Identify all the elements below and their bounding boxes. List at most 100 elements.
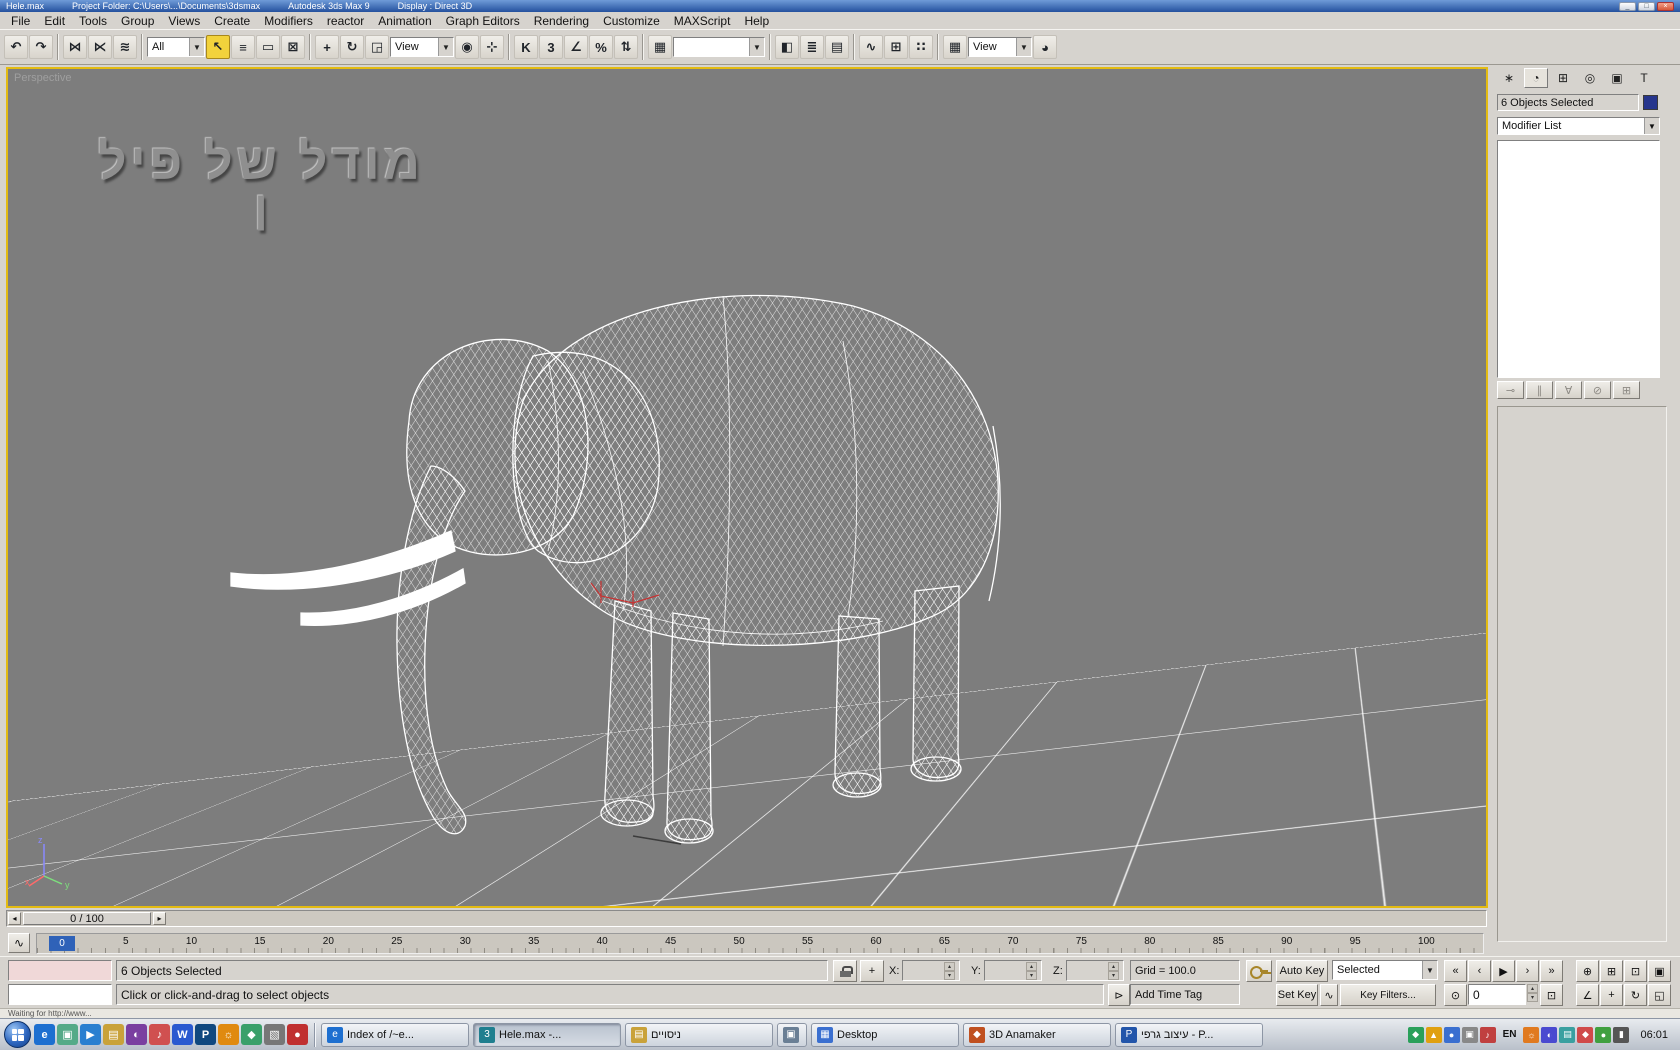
quick-launch-icon[interactable]: P [195,1024,216,1045]
key-filters-button[interactable]: Key Filters... [1340,984,1436,1006]
layer-manager-icon[interactable]: ▤ [825,35,849,59]
new-key-default-in-tangent-icon[interactable]: ∿ [1320,984,1338,1006]
snaps-toggle-icon[interactable]: 3 [539,35,563,59]
schematic-view-icon[interactable]: ⊞ [884,35,908,59]
taskbar-window-button[interactable]: 3 Hele.max -... [473,1023,621,1047]
play-animation-icon[interactable]: ▶ [1492,960,1515,982]
zoom-extents-all-icon[interactable]: ▣ [1648,960,1671,982]
next-frame-arrow-icon[interactable]: ▸ [153,912,166,925]
named-selection-dropdown[interactable]: ▼ [673,37,765,57]
menu-item[interactable]: Tools [72,14,114,28]
quick-launch-icon[interactable]: e [34,1024,55,1045]
track-bar-ruler[interactable]: 0 51015202530354045505560657075808590951… [36,933,1484,954]
make-unique-icon[interactable]: ∀ [1555,381,1582,399]
perspective-viewport[interactable]: Perspective מודל של פיל ן [6,67,1488,908]
tray-icon[interactable]: ◐ [1541,1027,1557,1043]
taskbar-window-button[interactable]: ▦ Desktop [811,1023,959,1047]
auto-key-button[interactable]: Auto Key [1276,960,1328,982]
menu-item[interactable]: Animation [371,14,438,28]
quick-launch-icon[interactable]: ▧ [264,1024,285,1045]
redo-icon[interactable]: ↷ [29,35,53,59]
current-time-field[interactable]: 0 [1468,984,1526,1005]
spin-down-icon[interactable]: ▾ [1108,971,1119,980]
tray-icon[interactable]: ▣ [1462,1027,1478,1043]
open-mini-curve-editor-icon[interactable]: ∿ [8,933,30,953]
zoom-icon[interactable]: ⊕ [1576,960,1599,982]
x-coordinate-field[interactable]: ▴▾ [902,960,960,981]
tab-create-icon[interactable]: ∗ [1497,68,1521,88]
select-by-name-icon[interactable]: ≡ [231,35,255,59]
tray-icon[interactable]: ▮ [1613,1027,1629,1043]
zoom-all-icon[interactable]: ⊞ [1600,960,1623,982]
mirror-icon[interactable]: ◧ [775,35,799,59]
select-and-manipulate-icon[interactable]: ⊹ [480,35,504,59]
remove-modifier-icon[interactable]: ⊘ [1584,381,1611,399]
minimize-icon[interactable]: _ [1619,2,1636,11]
set-key-button[interactable]: Set Key [1276,984,1318,1006]
pin-stack-icon[interactable]: ⊸ [1497,381,1524,399]
maxscript-mini-listener-pink[interactable] [8,960,112,981]
quick-launch-icon[interactable]: ☼ [218,1024,239,1045]
menu-item[interactable]: Modifiers [257,14,320,28]
z-coordinate-field[interactable]: ▴▾ [1066,960,1124,981]
keyboard-override-icon[interactable]: K [514,35,538,59]
window-crossing-icon[interactable]: ⊠ [281,35,305,59]
pan-view-icon[interactable]: + [1600,984,1623,1006]
select-and-move-icon[interactable]: + [315,35,339,59]
spin-down-icon[interactable]: ▾ [1026,971,1037,980]
add-time-tag[interactable]: Add Time Tag [1130,984,1240,1005]
bind-to-space-warp-icon[interactable]: ≋ [113,35,137,59]
menu-item[interactable]: reactor [320,14,371,28]
previous-frame-arrow-icon[interactable]: ◂ [8,912,21,925]
x-spinner[interactable]: ▴▾ [944,962,955,980]
start-button[interactable] [4,1021,31,1048]
key-mode-toggle-icon[interactable]: ⊙ [1444,984,1467,1006]
time-slider-track[interactable]: ◂ 0 / 100 ▸ [6,910,1487,927]
tray-icon[interactable]: ☼ [1523,1027,1539,1043]
curve-editor-icon[interactable]: ∿ [859,35,883,59]
quick-launch-icon[interactable]: ◆ [241,1024,262,1045]
quick-launch-icon[interactable]: ▶ [80,1024,101,1045]
spin-up-icon[interactable]: ▴ [944,962,955,971]
menu-item[interactable]: Graph Editors [439,14,527,28]
set-keys-button[interactable] [1246,960,1272,982]
align-icon[interactable]: ≣ [800,35,824,59]
taskbar-clock[interactable]: 06:01 [1632,1029,1676,1041]
percent-snap-icon[interactable]: % [589,35,613,59]
menu-item[interactable]: File [4,14,37,28]
close-icon[interactable]: × [1657,2,1674,11]
menu-item[interactable]: Help [737,14,776,28]
spin-up-icon[interactable]: ▴ [1026,962,1037,971]
absolute-offset-toggle-icon[interactable]: + [860,960,884,982]
tray-icon[interactable]: ● [1595,1027,1611,1043]
chevron-down-icon[interactable]: ▼ [1016,38,1031,56]
tray-icon[interactable]: ▤ [1559,1027,1575,1043]
tab-display-icon[interactable]: ▣ [1605,68,1629,88]
chevron-down-icon[interactable]: ▼ [749,38,764,56]
reference-coordinate-dropdown[interactable]: View ▼ [390,37,454,57]
time-slider-handle[interactable]: 0 / 100 [23,912,151,925]
elephant-wireframe-model[interactable] [203,251,1048,851]
select-and-link-icon[interactable]: ⋈ [63,35,87,59]
chevron-down-icon[interactable]: ▼ [1644,118,1659,134]
use-pivot-center-icon[interactable]: ◉ [455,35,479,59]
chevron-down-icon[interactable]: ▼ [189,38,204,56]
tray-icon[interactable]: ◆ [1408,1027,1424,1043]
quick-launch-icon[interactable]: W [172,1024,193,1045]
language-indicator[interactable]: EN [1499,1027,1521,1042]
menu-item[interactable]: Customize [596,14,667,28]
quick-launch-icon[interactable]: ▣ [57,1024,78,1045]
time-spinner[interactable]: ▴▾ [1527,984,1538,1002]
spinner-snap-icon[interactable]: ⇅ [614,35,638,59]
zoom-extents-icon[interactable]: ⊡ [1624,960,1647,982]
configure-modifier-sets-icon[interactable]: ⊞ [1613,381,1640,399]
spin-down-icon[interactable]: ▾ [1527,993,1538,1002]
tray-icon[interactable]: ◆ [1577,1027,1593,1043]
menu-item[interactable]: Group [114,14,161,28]
tray-icon[interactable]: ♪ [1480,1027,1496,1043]
selected-keyset-dropdown[interactable]: Selected ▼ [1332,960,1438,980]
menu-item[interactable]: MAXScript [667,14,738,28]
modifier-stack-list[interactable] [1497,140,1660,378]
tab-hierarchy-icon[interactable]: ⊞ [1551,68,1575,88]
quick-launch-icon[interactable]: ♪ [149,1024,170,1045]
